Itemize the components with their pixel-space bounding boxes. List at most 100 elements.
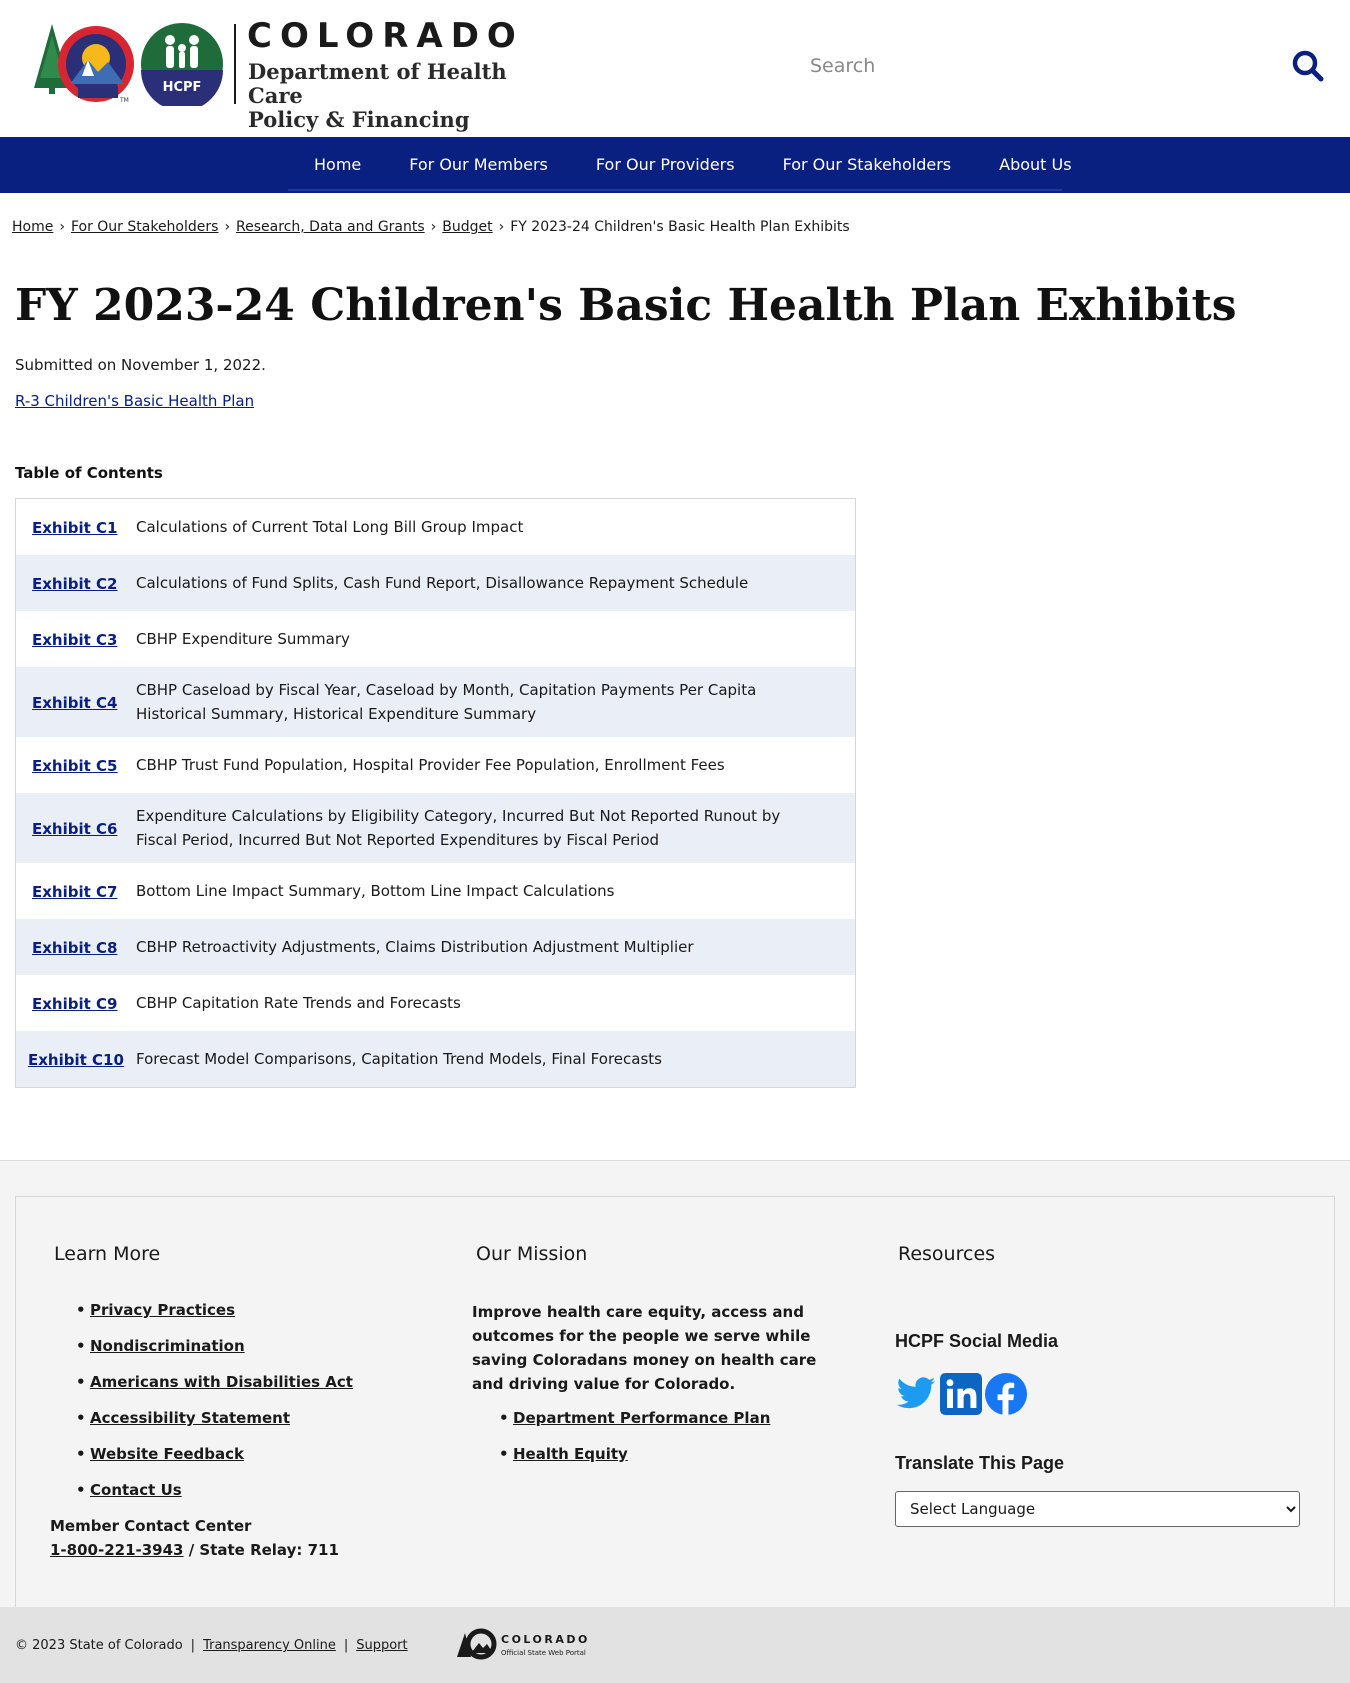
exhibit-c7-description: Bottom Line Impact Summary, Bottom Line …	[136, 882, 615, 900]
mission-text: Improve health care equity, access and o…	[472, 1303, 817, 1393]
nondiscrimination-link[interactable]: Nondiscrimination	[90, 1337, 245, 1355]
state-relay-text: / State Relay: 711	[183, 1541, 339, 1559]
member-contact-center-label: Member Contact Center	[50, 1517, 252, 1535]
exhibit-c9-description: CBHP Capitation Rate Trends and Forecast…	[136, 994, 461, 1012]
health-equity-link[interactable]: Health Equity	[513, 1445, 628, 1463]
ada-link[interactable]: Americans with Disabilities Act	[90, 1373, 353, 1391]
nav-underline	[288, 189, 1062, 191]
toc-row: Exhibit C9 CBHP Capitation Rate Trends a…	[16, 975, 855, 1031]
breadcrumb-home[interactable]: Home	[12, 219, 53, 235]
learn-more-list: Privacy Practices Nondiscrimination Amer…	[76, 1301, 353, 1517]
twitter-icon[interactable]	[895, 1373, 937, 1415]
website-feedback-link[interactable]: Website Feedback	[90, 1445, 244, 1463]
exhibit-c8-link[interactable]: Exhibit C8	[32, 939, 117, 957]
r3-childrens-basic-health-plan-link[interactable]: R-3 Children's Basic Health Plan	[15, 392, 254, 410]
list-item: Nondiscrimination	[76, 1337, 353, 1373]
breadcrumb-separator: ›	[498, 219, 505, 235]
main-nav: Home For Our Members For Our Providers F…	[0, 137, 1350, 193]
resources-title: Resources	[898, 1243, 996, 1265]
hcpf-badge-text: HCPF	[163, 80, 202, 95]
exhibit-c7-link[interactable]: Exhibit C7	[32, 883, 117, 901]
list-item: Website Feedback	[76, 1445, 353, 1481]
facebook-icon[interactable]	[985, 1373, 1027, 1415]
nav-item-about-us[interactable]: About Us	[975, 137, 1095, 193]
list-item: Health Equity	[499, 1445, 770, 1481]
support-link[interactable]: Support	[356, 1638, 407, 1653]
contact-us-link[interactable]: Contact Us	[90, 1481, 182, 1499]
list-item: Accessibility Statement	[76, 1409, 353, 1445]
contact-phone-link[interactable]: 1-800-221-3943	[50, 1541, 183, 1559]
list-item: Department Performance Plan	[499, 1409, 770, 1445]
site-header: TM HCPF COLORADO Department of Health Ca…	[0, 0, 1350, 137]
toc-table: Exhibit C1 Calculations of Current Total…	[15, 498, 856, 1088]
colorado-logo-icon[interactable]: TM	[30, 22, 136, 106]
brand-department-line2: Policy & Financing	[248, 107, 470, 132]
exhibit-c10-description: Forecast Model Comparisons, Capitation T…	[136, 1050, 662, 1068]
transparency-online-link[interactable]: Transparency Online	[203, 1638, 336, 1653]
member-contact-line: 1-800-221-3943 / State Relay: 711	[50, 1541, 339, 1559]
search-icon[interactable]	[1290, 48, 1326, 84]
brand-state-name: COLORADO	[247, 16, 524, 56]
nav-item-for-our-members[interactable]: For Our Members	[385, 137, 572, 193]
nav-item-for-our-providers[interactable]: For Our Providers	[572, 137, 759, 193]
breadcrumb-budget[interactable]: Budget	[442, 219, 492, 235]
toc-row: Exhibit C6 Expenditure Calculations by E…	[16, 793, 855, 863]
nav-item-for-our-stakeholders[interactable]: For Our Stakeholders	[759, 137, 976, 193]
bottom-bar: © 2023 State of Colorado | Transparency On…	[0, 1607, 1350, 1683]
exhibit-c1-description: Calculations of Current Total Long Bill …	[136, 518, 524, 536]
toc-row: Exhibit C10 Forecast Model Comparisons, …	[16, 1031, 855, 1087]
linkedin-icon[interactable]	[940, 1373, 982, 1415]
exhibit-c3-link[interactable]: Exhibit C3	[32, 631, 117, 649]
department-performance-plan-link[interactable]: Department Performance Plan	[513, 1409, 770, 1427]
our-mission-title: Our Mission	[476, 1243, 588, 1265]
exhibit-c10-link[interactable]: Exhibit C10	[28, 1051, 124, 1069]
learn-more-title: Learn More	[54, 1243, 161, 1265]
translate-heading: Translate This Page	[895, 1453, 1065, 1473]
language-select[interactable]: Select Language	[895, 1491, 1300, 1527]
toc-heading: Table of Contents	[15, 464, 163, 482]
toc-row: Exhibit C2 Calculations of Fund Splits, …	[16, 555, 855, 611]
svg-text:TM: TM	[119, 97, 129, 104]
nav-list: Home For Our Members For Our Providers F…	[290, 137, 1096, 193]
social-media-heading: HCPF Social Media	[895, 1331, 1059, 1351]
copyright-text: © 2023 State of Colorado	[15, 1638, 183, 1653]
page-title: FY 2023-24 Children's Basic Health Plan …	[15, 280, 1237, 331]
exhibit-c4-link[interactable]: Exhibit C4	[32, 694, 117, 712]
hcpf-logo-icon: HCPF	[141, 23, 223, 106]
list-item: Contact Us	[76, 1481, 353, 1517]
mission-list: Department Performance Plan Health Equit…	[499, 1409, 770, 1481]
breadcrumb-research-data-grants[interactable]: Research, Data and Grants	[236, 219, 425, 235]
breadcrumb-current: FY 2023-24 Children's Basic Health Plan …	[510, 219, 850, 235]
exhibit-c2-link[interactable]: Exhibit C2	[32, 575, 117, 593]
exhibit-c9-link[interactable]: Exhibit C9	[32, 995, 117, 1013]
submitted-date: Submitted on November 1, 2022.	[15, 356, 266, 374]
accessibility-statement-link[interactable]: Accessibility Statement	[90, 1409, 290, 1427]
exhibit-c6-link[interactable]: Exhibit C6	[32, 820, 117, 838]
portal-tagline-text: Official State Web Portal	[501, 1649, 586, 1657]
exhibit-c3-description: CBHP Expenditure Summary	[136, 630, 350, 648]
breadcrumb-for-our-stakeholders[interactable]: For Our Stakeholders	[71, 219, 218, 235]
search-input[interactable]	[800, 44, 1280, 88]
exhibit-c1-link[interactable]: Exhibit C1	[32, 519, 117, 537]
toc-row: Exhibit C4 CBHP Caseload by Fiscal Year,…	[16, 667, 855, 737]
exhibit-c8-description: CBHP Retroactivity Adjustments, Claims D…	[136, 938, 694, 956]
breadcrumb-separator: ›	[59, 219, 65, 235]
exhibit-c5-description: CBHP Trust Fund Population, Hospital Pro…	[136, 756, 725, 774]
official-state-web-portal-logo[interactable]: COLORADO Official State Web Portal	[455, 1627, 595, 1661]
toc-row: Exhibit C1 Calculations of Current Total…	[16, 499, 855, 555]
privacy-practices-link[interactable]: Privacy Practices	[90, 1301, 235, 1319]
nav-item-home[interactable]: Home	[290, 137, 385, 193]
list-item: Privacy Practices	[76, 1301, 353, 1337]
list-item: Americans with Disabilities Act	[76, 1373, 353, 1409]
brand-department-name: Department of Health Care Policy & Finan…	[248, 60, 568, 132]
pipe-divider: |	[190, 1638, 196, 1653]
breadcrumb-separator: ›	[430, 219, 437, 235]
toc-row: Exhibit C8 CBHP Retroactivity Adjustment…	[16, 919, 855, 975]
pipe-divider: |	[343, 1638, 349, 1653]
exhibit-c5-link[interactable]: Exhibit C5	[32, 757, 117, 775]
breadcrumb-separator: ›	[224, 219, 231, 235]
toc-row: Exhibit C3 CBHP Expenditure Summary	[16, 611, 855, 667]
exhibit-c4-description: CBHP Caseload by Fiscal Year, Caseload b…	[136, 681, 757, 723]
logo-divider	[234, 24, 236, 104]
bottom-text: © 2023 State of Colorado | Transparency On…	[15, 1638, 408, 1653]
